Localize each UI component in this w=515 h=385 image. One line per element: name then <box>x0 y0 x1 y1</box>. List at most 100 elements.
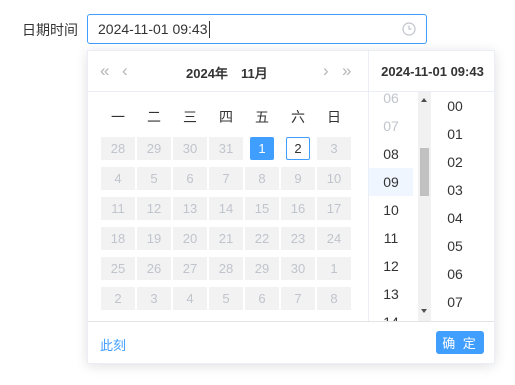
minute-option[interactable]: 07 <box>431 288 479 316</box>
day-number: 20 <box>173 226 207 250</box>
day-number: 14 <box>209 196 243 220</box>
hour-option[interactable]: 09 <box>369 168 413 196</box>
day-cell[interactable]: 8 <box>244 163 280 193</box>
day-number: 7 <box>209 166 243 190</box>
minute-option[interactable]: 05 <box>431 232 479 260</box>
day-cell[interactable]: 14 <box>208 193 244 223</box>
hour-scrollbar[interactable] <box>418 92 431 321</box>
day-number: 12 <box>137 196 171 220</box>
day-number: 23 <box>281 226 315 250</box>
scroll-thumb[interactable] <box>420 148 429 196</box>
minute-option[interactable]: 04 <box>431 204 479 232</box>
day-number: 27 <box>173 256 207 280</box>
day-cell[interactable]: 12 <box>136 193 172 223</box>
day-cell[interactable]: 7 <box>208 163 244 193</box>
hour-option[interactable]: 08 <box>369 140 413 168</box>
day-number: 6 <box>173 166 207 190</box>
day-number: 3 <box>317 136 351 160</box>
day-cell[interactable]: 31 <box>208 133 244 163</box>
day-number: 29 <box>137 136 171 160</box>
day-cell[interactable]: 24 <box>316 223 352 253</box>
day-cell[interactable]: 10 <box>316 163 352 193</box>
header-month[interactable]: 11月 <box>241 63 268 82</box>
day-cell[interactable]: 3 <box>136 283 172 313</box>
day-cell[interactable]: 1 <box>316 253 352 283</box>
day-number: 1 <box>250 136 274 160</box>
next-month-button[interactable]: › <box>323 61 329 81</box>
day-cell[interactable]: 30 <box>172 133 208 163</box>
day-cell[interactable]: 2 <box>280 133 316 163</box>
weekday-label: 一 <box>111 109 125 125</box>
hour-option[interactable]: 12 <box>369 252 413 280</box>
day-cell[interactable]: 7 <box>280 283 316 313</box>
scroll-down-icon[interactable] <box>421 309 427 313</box>
day-cell[interactable]: 19 <box>136 223 172 253</box>
datetime-input-value: 2024-11-01 09:43 <box>98 21 208 37</box>
day-cell[interactable]: 20 <box>172 223 208 253</box>
day-cell[interactable]: 15 <box>244 193 280 223</box>
minute-option[interactable]: 03 <box>431 176 479 204</box>
header-year[interactable]: 2024年 <box>186 63 228 82</box>
day-cell[interactable]: 25 <box>100 253 136 283</box>
weekday-label: 四 <box>219 109 233 125</box>
day-number: 29 <box>245 256 279 280</box>
prev-year-button[interactable]: « <box>100 61 109 81</box>
day-cell[interactable]: 5 <box>136 163 172 193</box>
datetime-input[interactable]: 2024-11-01 09:43 <box>87 14 427 44</box>
day-cell[interactable]: 6 <box>172 163 208 193</box>
day-number: 17 <box>317 196 351 220</box>
day-number: 2 <box>286 136 310 160</box>
now-link[interactable]: 此刻 <box>100 335 126 354</box>
confirm-button[interactable]: 确 定 <box>436 331 484 354</box>
day-cell[interactable]: 2 <box>100 283 136 313</box>
day-cell[interactable]: 23 <box>280 223 316 253</box>
day-cell[interactable]: 3 <box>316 133 352 163</box>
day-cell[interactable]: 29 <box>244 253 280 283</box>
day-cell[interactable]: 1 <box>244 133 280 163</box>
hour-option[interactable]: 11 <box>369 224 413 252</box>
day-cell[interactable]: 29 <box>136 133 172 163</box>
day-cell[interactable]: 9 <box>280 163 316 193</box>
next-year-button[interactable]: » <box>342 61 351 81</box>
day-cell[interactable]: 28 <box>100 133 136 163</box>
minute-option[interactable]: 02 <box>431 148 479 176</box>
day-cell[interactable]: 8 <box>316 283 352 313</box>
day-cell[interactable]: 17 <box>316 193 352 223</box>
day-cell[interactable]: 21 <box>208 223 244 253</box>
day-number: 21 <box>209 226 243 250</box>
weekday-label: 三 <box>183 109 197 125</box>
minute-option[interactable]: 00 <box>431 92 479 120</box>
day-cell[interactable]: 13 <box>172 193 208 223</box>
day-cell[interactable]: 4 <box>172 283 208 313</box>
day-number: 1 <box>317 256 351 280</box>
day-cell[interactable]: 26 <box>136 253 172 283</box>
day-cell[interactable]: 28 <box>208 253 244 283</box>
day-number: 10 <box>317 166 351 190</box>
scroll-up-icon[interactable] <box>421 98 427 102</box>
hour-option[interactable]: 14 <box>369 308 413 321</box>
day-number: 5 <box>209 286 243 310</box>
day-number: 22 <box>245 226 279 250</box>
day-cell[interactable]: 6 <box>244 283 280 313</box>
day-cell[interactable]: 30 <box>280 253 316 283</box>
hour-option[interactable]: 07 <box>369 112 413 140</box>
minute-list[interactable]: 00 01 02 03 04 05 06 07 <box>431 92 496 321</box>
hour-option[interactable]: 13 <box>369 280 413 308</box>
day-cell[interactable]: 5 <box>208 283 244 313</box>
day-cell[interactable]: 27 <box>172 253 208 283</box>
day-cell[interactable]: 22 <box>244 223 280 253</box>
time-header: 2024-11-01 09:43 <box>381 63 484 79</box>
hour-option[interactable]: 10 <box>369 196 413 224</box>
hour-list[interactable]: 060708091011121314 <box>369 92 419 321</box>
day-cell[interactable]: 18 <box>100 223 136 253</box>
hour-option[interactable]: 06 <box>369 92 413 112</box>
day-cell[interactable]: 4 <box>100 163 136 193</box>
prev-month-button[interactable]: ‹ <box>122 61 128 81</box>
minute-option[interactable]: 06 <box>431 260 479 288</box>
day-cell[interactable]: 16 <box>280 193 316 223</box>
day-number: 7 <box>281 286 315 310</box>
day-cell[interactable]: 11 <box>100 193 136 223</box>
minute-option[interactable]: 01 <box>431 120 479 148</box>
clock-icon[interactable] <box>402 22 416 36</box>
day-number: 11 <box>101 196 135 220</box>
